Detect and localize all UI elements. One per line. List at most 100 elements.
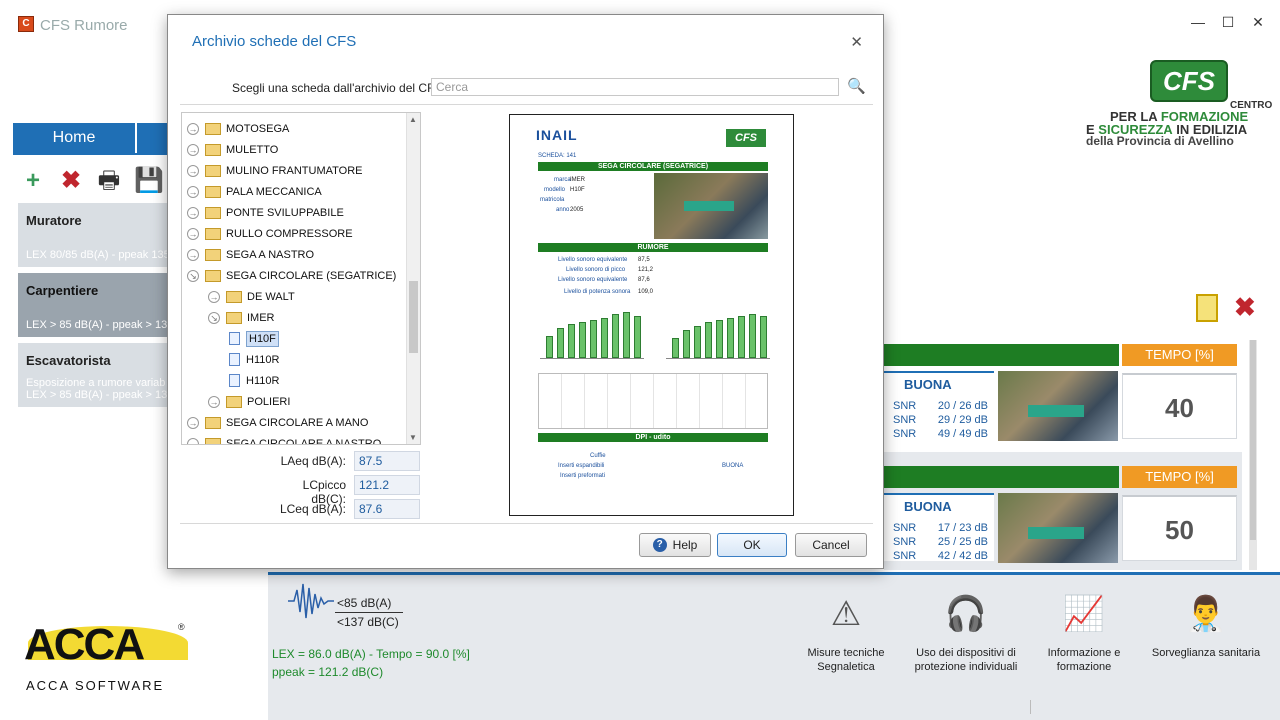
job-item-carpentiere[interactable]: Carpentiere LEX > 85 dB(A) - ppeak > 13 — [18, 273, 178, 337]
add-icon[interactable]: + — [20, 168, 46, 194]
divider — [180, 523, 873, 524]
action-formazione[interactable]: 📈 Informazione e formazione — [1038, 588, 1130, 674]
folder-icon — [205, 248, 221, 261]
close-window-button[interactable]: ✕ — [1250, 14, 1266, 31]
expand-icon[interactable]: → — [187, 248, 199, 261]
delete-icon[interactable]: ✖ — [58, 168, 84, 194]
preview-bar — [694, 326, 701, 358]
tree-folder-item[interactable]: → PONTE SVILUPPABILE — [187, 202, 344, 223]
threshold-divider — [335, 612, 403, 613]
tempo-value[interactable]: 40 — [1122, 373, 1237, 439]
window-controls: — ☐ ✕ — [1190, 14, 1266, 31]
tree-folder-item[interactable]: → SEGA CIRCOLARE A MANO — [187, 412, 368, 433]
expand-icon[interactable]: → — [187, 164, 199, 177]
card-header-bar — [884, 466, 1119, 488]
folder-icon — [205, 416, 221, 429]
tree-item-label: PALA MECCANICA — [226, 185, 322, 198]
job-name: Muratore — [26, 213, 82, 228]
cfs-badge: CFS — [1150, 60, 1228, 102]
tree-folder-item[interactable]: → SEGA CIRCOLARE A NASTRO — [187, 433, 381, 444]
job-desc: Esposizione a rumore variab — [26, 377, 166, 389]
help-button[interactable]: ? Help — [639, 533, 711, 557]
tree-folder-item[interactable]: → PALA MECCANICA — [187, 181, 322, 202]
tree-folder-item[interactable]: → RULLO COMPRESSORE — [187, 223, 353, 244]
preview-chart-left — [540, 303, 644, 359]
tree-item-label: DE WALT — [247, 290, 295, 303]
minimize-button[interactable]: — — [1190, 14, 1206, 31]
tree-folder-item[interactable]: ↘ IMER — [208, 307, 275, 328]
ppeak-summary: ppeak = 121.2 dB(C) — [272, 665, 384, 679]
maximize-button[interactable]: ☐ — [1220, 14, 1236, 31]
search-label: Scegli una scheda dall'archivio del CFS: — [232, 81, 446, 95]
tree-folder-item[interactable]: → MOTOSEGA — [187, 118, 289, 139]
snr-label: SNR — [893, 400, 917, 412]
folder-icon — [205, 269, 221, 282]
tree-item-label: IMER — [247, 311, 275, 324]
expand-icon[interactable]: → — [208, 290, 220, 303]
cancel-button[interactable]: Cancel — [795, 533, 867, 557]
job-item-escavatorista[interactable]: Escavatorista Esposizione a rumore varia… — [18, 343, 178, 407]
cfs-mini-logo: CFS — [726, 129, 766, 147]
tree-file-item[interactable]: H10F — [229, 328, 279, 349]
tree-folder-item[interactable]: → SEGA A NASTRO — [187, 244, 314, 265]
snr-label: SNR — [893, 414, 917, 426]
tempo-value[interactable]: 50 — [1122, 495, 1237, 561]
preview-bar — [634, 316, 641, 358]
tab-underline — [13, 153, 183, 155]
preview-label: Inserti preformati — [560, 473, 606, 479]
save-icon[interactable]: 💾 — [134, 168, 164, 194]
tree-item-label: MULINO FRANTUMATORE — [226, 164, 363, 177]
folder-icon — [205, 227, 221, 240]
expand-icon[interactable]: → — [187, 143, 199, 156]
snr-value: 49 / 49 dB — [937, 428, 988, 440]
snr-label: SNR — [893, 536, 917, 548]
snr-value: 25 / 25 dB — [937, 536, 988, 548]
print-icon[interactable]: 🖶 — [96, 168, 122, 194]
tree-folder-item[interactable]: → MULINO FRANTUMATORE — [187, 160, 363, 181]
expand-icon[interactable]: ↘ — [208, 311, 220, 324]
expand-icon[interactable]: ↘ — [187, 269, 199, 282]
tab-home[interactable]: Home — [13, 123, 135, 153]
tree-scrollbar[interactable]: ▲ ▼ — [406, 113, 420, 444]
job-item-muratore[interactable]: Muratore LEX 80/85 dB(A) - ppeak 135 — [18, 203, 178, 267]
remove-card-icon[interactable]: ✖ — [1234, 292, 1256, 323]
expand-icon[interactable]: → — [187, 227, 199, 240]
expand-icon[interactable]: → — [208, 395, 220, 408]
lex-summary: LEX = 86.0 dB(A) - Tempo = 90.0 [%] — [272, 647, 470, 661]
preview-trend — [538, 373, 768, 429]
action-sorveglianza[interactable]: 👨‍⚕️ Sorveglianza sanitaria — [1150, 588, 1262, 660]
action-dpi[interactable]: 🎧 Uso dei dispositivi di protezione indi… — [908, 588, 1024, 674]
close-icon[interactable]: ✕ — [850, 33, 863, 51]
search-icon[interactable]: 🔍 — [847, 78, 866, 96]
expand-icon[interactable]: → — [187, 206, 199, 219]
action-misure-tecniche[interactable]: ⚠ Misure tecniche Segnaletica — [800, 588, 892, 674]
expand-icon[interactable]: → — [187, 122, 199, 135]
expand-icon[interactable]: → — [187, 416, 199, 429]
job-desc-2: LEX > 85 dB(A) - ppeak > 13 — [26, 389, 168, 401]
tree-file-item[interactable]: H110R — [229, 370, 279, 391]
ok-button[interactable]: OK — [717, 533, 787, 557]
folder-icon — [205, 164, 221, 177]
preview-value: IMER — [570, 177, 585, 183]
tree-item-label: SEGA A NASTRO — [226, 248, 315, 261]
search-input[interactable] — [431, 78, 839, 96]
tree-file-item[interactable]: H110R — [229, 349, 279, 370]
tree-folder-item[interactable]: → POLIERI — [208, 391, 290, 412]
preview-bar — [557, 328, 564, 358]
tree-folder-item[interactable]: → MULETTO — [187, 139, 278, 160]
cards-scrollbar[interactable] — [1249, 340, 1257, 570]
preview-photo — [654, 173, 768, 239]
folder-icon — [205, 437, 221, 444]
archive-tree[interactable]: ▲ ▼ → MOTOSEGA → MULETTO → MULINO FRANTUMATORE… — [181, 112, 421, 445]
expand-icon[interactable]: → — [187, 185, 199, 198]
preview-value: 121,2 — [638, 267, 654, 273]
rating-box: BUONA SNR 20 / 26 dB SNR 29 / 29 dB SNR … — [884, 371, 994, 440]
tree-item-label: POLIERI — [247, 395, 291, 408]
add-document-icon[interactable] — [1196, 293, 1218, 322]
tree-item-label: SEGA CIRCOLARE (SEGATRICE) — [226, 269, 397, 282]
tree-folder-item[interactable]: ↘ SEGA CIRCOLARE (SEGATRICE) — [187, 265, 396, 286]
expand-icon[interactable]: → — [187, 437, 199, 444]
file-icon — [229, 332, 240, 345]
tree-folder-item[interactable]: → DE WALT — [208, 286, 295, 307]
preview-label: Livello sonoro di picco — [566, 267, 626, 273]
